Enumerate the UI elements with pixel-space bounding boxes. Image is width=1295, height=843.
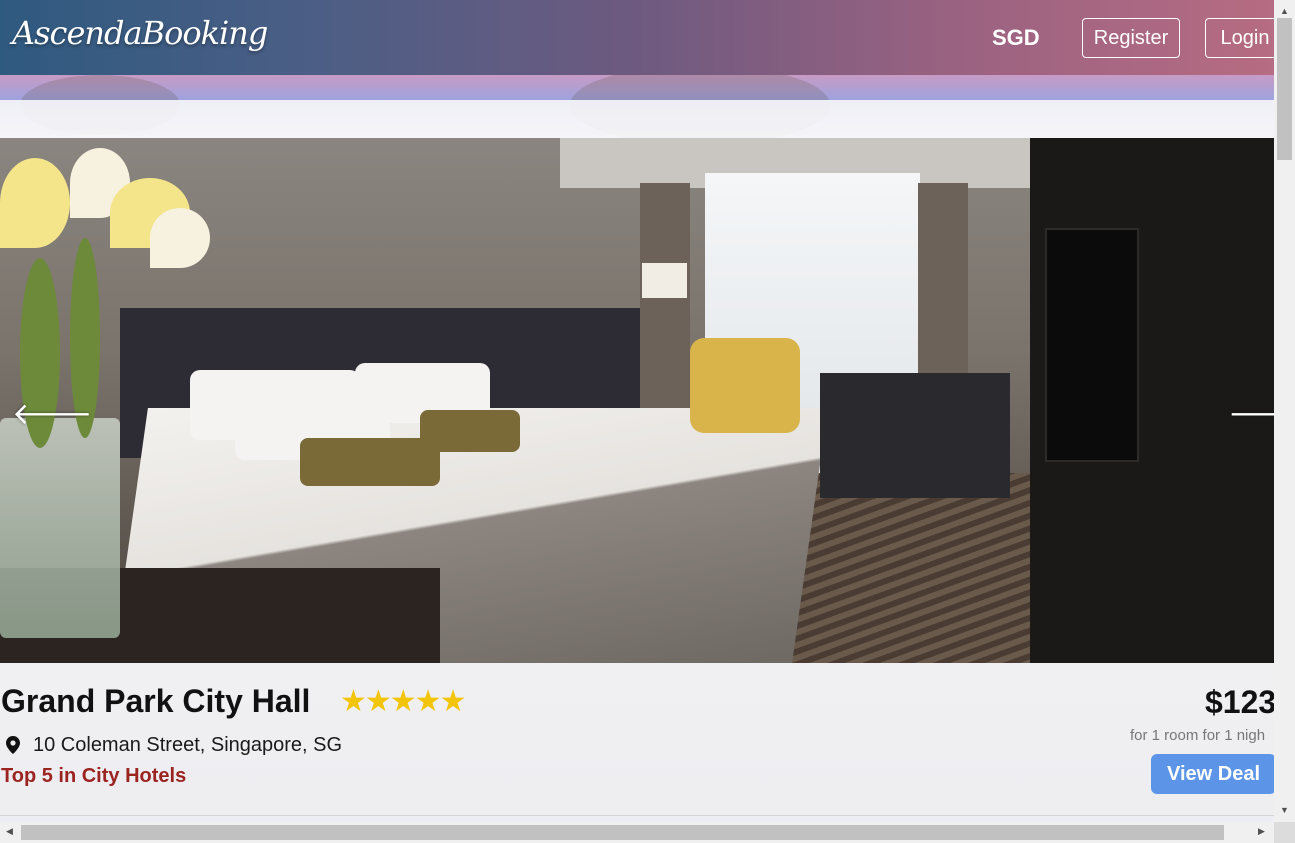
register-button[interactable]: Register (1082, 18, 1180, 58)
hotel-name: Grand Park City Hall (1, 683, 311, 719)
hotel-address: 10 Coleman Street, Singapore, SG (33, 734, 343, 756)
star-rating: ★★★★★ (340, 684, 466, 719)
arrow-left-icon[interactable]: 🡐 (12, 400, 92, 430)
horizontal-scrollbar[interactable]: ◀ ▶ (0, 822, 1274, 843)
hotel-price: $123 (1205, 684, 1277, 720)
scrollbar-corner (1274, 822, 1295, 843)
arrow-right-icon[interactable]: 🡒 (1228, 400, 1274, 430)
vertical-scroll-thumb[interactable] (1277, 18, 1292, 160)
login-button[interactable]: Login (1205, 18, 1285, 58)
view-deal-button[interactable]: View Deal (1151, 754, 1276, 794)
scroll-up-icon[interactable]: ▲ (1280, 6, 1289, 16)
scroll-left-icon[interactable]: ◀ (6, 826, 13, 837)
scroll-right-icon[interactable]: ▶ (1258, 826, 1265, 837)
price-note: for 1 room for 1 nigh (1130, 727, 1266, 744)
scroll-down-icon[interactable]: ▼ (1280, 805, 1289, 815)
location-pin-icon (6, 736, 20, 754)
hotel-rank-badge: Top 5 in City Hotels (1, 765, 187, 787)
currency-selector[interactable]: SGD (992, 25, 1040, 51)
vertical-scrollbar[interactable]: ▲ ▼ (1274, 0, 1295, 822)
brand-logo[interactable]: AscendaBooking (12, 14, 268, 52)
horizontal-scroll-thumb[interactable] (21, 825, 1224, 840)
hotel-image-carousel[interactable]: 🡐 🡒 (0, 138, 1274, 663)
section-divider (0, 815, 1274, 816)
header-bar: AscendaBooking SGD Register Login (0, 0, 1285, 75)
